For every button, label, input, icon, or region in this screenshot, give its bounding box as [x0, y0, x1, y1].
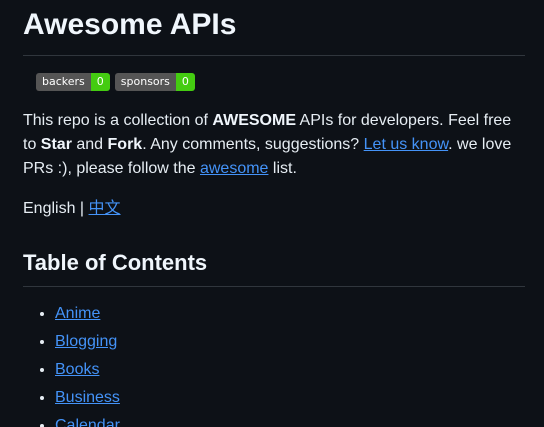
toc-item: Books [55, 358, 525, 382]
language-switcher: English | 中文 [23, 197, 525, 221]
intro-paragraph: This repo is a collection of AWESOME API… [23, 109, 525, 181]
readme-content: Awesome APIs backers 0 sponsors 0 This r… [23, 0, 525, 427]
let-us-know-link[interactable]: Let us know [364, 136, 449, 153]
toc-item: Business [55, 386, 525, 410]
toc-link-anime[interactable]: Anime [55, 305, 100, 322]
toc-item: Calendar [55, 414, 525, 427]
toc-link-calendar[interactable]: Calendar [55, 417, 120, 427]
awesome-bold: AWESOME [212, 112, 296, 129]
language-current: English [23, 200, 76, 217]
sponsors-badge-label: sponsors [114, 73, 176, 91]
backers-badge[interactable]: backers 0 [36, 73, 110, 91]
backers-badge-label: backers [36, 73, 91, 91]
sponsors-badge-count: 0 [175, 73, 195, 91]
language-separator: | [75, 200, 89, 217]
intro-text-3: and [71, 136, 108, 153]
star-bold: Star [40, 136, 72, 153]
toc-link-books[interactable]: Books [55, 361, 99, 378]
awesome-list-link[interactable]: awesome [200, 160, 268, 177]
intro-text-4: . Any comments, suggestions? [142, 136, 364, 153]
fork-bold: Fork [107, 136, 143, 153]
badge-row: backers 0 sponsors 0 [36, 73, 525, 92]
toc-heading: Table of Contents [23, 249, 525, 287]
toc-list: Anime Blogging Books Business Calendar [23, 302, 525, 427]
intro-text-1: This repo is a collection of [23, 112, 213, 129]
toc-link-blogging[interactable]: Blogging [55, 333, 117, 350]
toc-item: Anime [55, 302, 525, 326]
toc-item: Blogging [55, 330, 525, 354]
sponsors-badge[interactable]: sponsors 0 [114, 73, 195, 91]
readme-page: Awesome APIs backers 0 sponsors 0 This r… [0, 0, 544, 427]
language-chinese-link[interactable]: 中文 [89, 200, 121, 217]
toc-link-business[interactable]: Business [55, 389, 120, 406]
page-title: Awesome APIs [23, 0, 525, 56]
intro-text-6: list. [268, 160, 297, 177]
backers-badge-count: 0 [90, 73, 110, 91]
